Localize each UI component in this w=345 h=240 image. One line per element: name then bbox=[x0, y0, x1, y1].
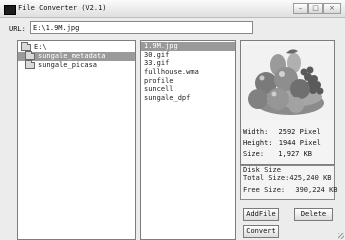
free-size-info: Free Size: 390,224 KB bbox=[243, 186, 338, 194]
url-label: URL: bbox=[9, 25, 26, 33]
title-bar: File Converter (V2.1) – □ × bbox=[0, 0, 345, 18]
file-item[interactable]: fullhouse.wma bbox=[141, 68, 235, 77]
tree-item-label: sungale_picasa bbox=[38, 61, 98, 69]
height-label: Height: bbox=[243, 139, 273, 147]
file-item[interactable]: sungale_dpf bbox=[141, 94, 235, 103]
maximize-button[interactable]: □ bbox=[308, 3, 323, 14]
add-file-button[interactable]: AddFile bbox=[243, 208, 279, 221]
preview-image bbox=[242, 45, 334, 121]
url-input[interactable] bbox=[30, 21, 253, 34]
folder-icon bbox=[21, 42, 31, 51]
app-icon bbox=[4, 5, 16, 15]
file-item[interactable]: 1.9M.jpg bbox=[141, 42, 235, 51]
tree-item-label: sungale_metadata bbox=[38, 52, 106, 60]
folder-icon bbox=[25, 60, 35, 69]
minimize-button[interactable]: – bbox=[293, 3, 308, 14]
total-size-label: Total Size: bbox=[243, 174, 290, 182]
width-value: 2592 Pixel bbox=[278, 128, 321, 136]
free-size-value: 390,224 KB bbox=[295, 186, 338, 194]
tree-item[interactable]: E:\ bbox=[18, 42, 135, 52]
height-info: Height: 1944 Pixel bbox=[243, 139, 321, 147]
file-item[interactable]: 30.gif bbox=[141, 51, 235, 60]
total-size-value: 425,240 KB bbox=[289, 174, 332, 182]
tree-item-label: E:\ bbox=[34, 43, 47, 51]
disk-size-title: Disk Size bbox=[243, 166, 281, 174]
total-size-info: Total Size:425,240 KB bbox=[243, 174, 332, 182]
delete-button[interactable]: Delete bbox=[294, 208, 333, 221]
width-label: Width: bbox=[243, 128, 269, 136]
window-title: File Converter (V2.1) bbox=[18, 4, 107, 12]
size-info: Size: 1,927 KB bbox=[243, 150, 312, 158]
tree-item[interactable]: sungale_metadata bbox=[18, 51, 135, 61]
size-label: Size: bbox=[243, 150, 265, 158]
window-controls: – □ × bbox=[293, 3, 341, 14]
file-item[interactable]: suncell bbox=[141, 85, 235, 94]
folder-icon bbox=[25, 51, 35, 60]
folder-tree[interactable]: E:\ sungale_metadata sungale_picasa bbox=[17, 40, 136, 240]
close-button[interactable]: × bbox=[323, 3, 341, 14]
height-value: 1944 Pixel bbox=[278, 139, 321, 147]
resize-grip[interactable] bbox=[338, 233, 344, 239]
width-info: Width: 2592 Pixel bbox=[243, 128, 321, 136]
free-size-label: Free Size: bbox=[243, 186, 286, 194]
convert-button[interactable]: Convert bbox=[243, 225, 279, 238]
file-item[interactable]: 33.gif bbox=[141, 59, 235, 68]
file-item[interactable]: profile bbox=[141, 77, 235, 86]
file-list[interactable]: 1.9M.jpg 30.gif 33.gif fullhouse.wma profile… bbox=[140, 40, 236, 240]
tree-item[interactable]: sungale_picasa bbox=[18, 60, 135, 70]
size-value: 1,927 KB bbox=[278, 150, 313, 158]
